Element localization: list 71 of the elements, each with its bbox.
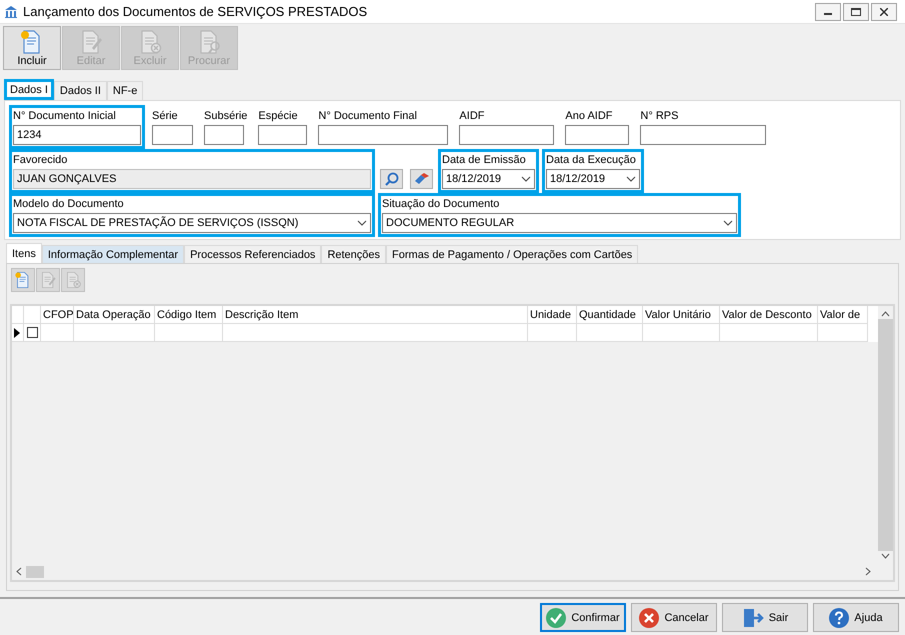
input-field[interactable] (258, 125, 308, 145)
help-button[interactable]: Ajuda (813, 603, 899, 632)
tab[interactable]: Informação Complementar (42, 245, 184, 263)
input-field[interactable] (318, 125, 448, 145)
scrollbar-thumb[interactable] (26, 566, 44, 578)
field-label: Espécie (258, 109, 299, 124)
dropdown-icon (357, 220, 367, 226)
delete-document-icon (64, 271, 82, 289)
dropdown-icon (626, 176, 636, 182)
tab[interactable]: Itens (6, 243, 42, 263)
date-field[interactable]: 18/12/2019 (442, 169, 535, 189)
input-field[interactable] (152, 125, 193, 145)
building-icon (4, 4, 18, 18)
scroll-down-icon[interactable] (881, 553, 890, 559)
field-label: Ano AIDF (565, 109, 614, 124)
close-icon (880, 8, 888, 16)
tab[interactable]: Processos Referenciados (184, 245, 322, 263)
input-field[interactable]: JUAN GONÇALVES (13, 169, 371, 189)
eraser-icon (414, 173, 430, 185)
scroll-left-icon[interactable] (16, 567, 22, 576)
field-label: N° Documento Final (318, 109, 418, 124)
table-cell (577, 324, 643, 342)
help-icon (829, 608, 850, 628)
cancel-icon (639, 608, 660, 628)
table-cell (818, 324, 868, 342)
field-label: Data de Emissão (442, 153, 527, 168)
tab[interactable]: Dados I (4, 79, 54, 100)
search-icon (384, 172, 398, 186)
field-label: Favorecido (13, 153, 68, 168)
minimize-button[interactable] (815, 2, 841, 20)
search-button[interactable] (380, 169, 403, 189)
dropdown-icon (723, 220, 733, 226)
table-cell (528, 324, 577, 342)
cancel-button[interactable]: Cancelar (631, 603, 717, 632)
dropdown[interactable]: DOCUMENTO REGULAR (382, 213, 737, 233)
field-label: N° RPS (640, 109, 680, 124)
tab[interactable]: Formas de Pagamento / Operações com Cartões (386, 245, 638, 263)
input-field[interactable] (459, 125, 554, 145)
input-field[interactable] (640, 125, 766, 145)
date-field[interactable]: 18/12/2019 (546, 169, 640, 189)
confirm-button[interactable]: Confirmar (540, 603, 626, 632)
input-field[interactable] (204, 125, 244, 145)
field-label: Subsérie (204, 109, 248, 124)
clear-button[interactable] (410, 169, 433, 189)
input-field[interactable]: 1234 (13, 125, 141, 145)
edit-document-icon (39, 271, 57, 289)
check-icon (546, 608, 566, 628)
table-cell (155, 324, 223, 342)
input-field[interactable] (565, 125, 630, 145)
field-label: Data da Execução (546, 153, 637, 168)
tab[interactable]: Retenções (321, 245, 386, 263)
field-label: Série (152, 109, 179, 124)
tab[interactable]: NF-e (106, 81, 144, 100)
exit-door-icon (742, 608, 764, 628)
exit-button[interactable]: Sair (722, 603, 808, 632)
maximize-button[interactable] (843, 2, 869, 20)
field-label: Modelo do Documento (13, 197, 125, 212)
row-checkbox[interactable] (26, 327, 38, 338)
field-label: N° Documento Inicial (13, 109, 117, 124)
close-button[interactable] (871, 2, 897, 20)
scroll-up-icon[interactable] (881, 311, 890, 317)
maximize-icon (851, 8, 861, 16)
field-label: Situação do Documento (382, 197, 500, 212)
window-title: Lançamento dos Documentos de SERVIÇOS PRESTADOS (23, 4, 368, 19)
dropdown-icon (521, 176, 531, 182)
dropdown[interactable]: NOTA FISCAL DE PRESTAÇÃO DE SERVIÇOS (ISSQN) (13, 213, 371, 233)
field-label: AIDF (459, 109, 486, 124)
toolbar-button[interactable]: Incluir (3, 26, 61, 70)
toolbar-button[interactable] (11, 268, 35, 292)
tab[interactable]: Dados II (54, 81, 107, 100)
scroll-right-icon[interactable] (865, 567, 871, 576)
